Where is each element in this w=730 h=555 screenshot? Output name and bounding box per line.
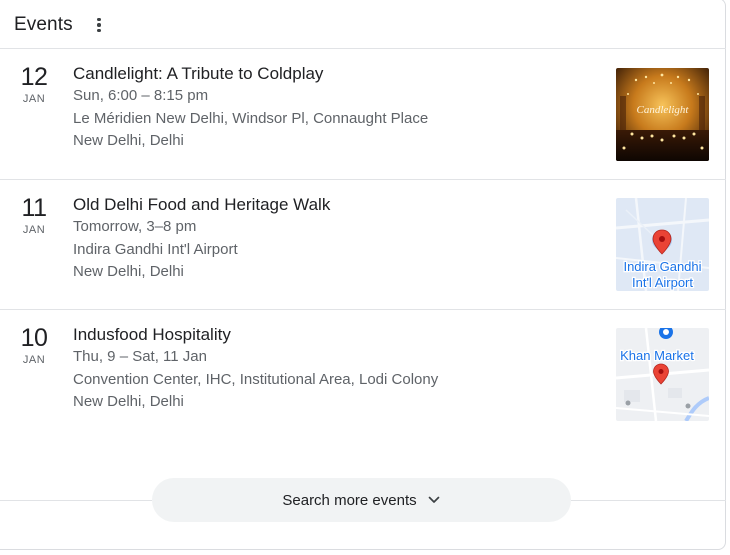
event-city: New Delhi, Delhi bbox=[73, 132, 184, 149]
event-date: 11 JAN bbox=[14, 193, 54, 237]
event-title: Indusfood Hospitality bbox=[73, 325, 231, 344]
map-label: Int'l Airport bbox=[632, 275, 693, 290]
divider bbox=[0, 309, 726, 310]
event-title: Candlelight: A Tribute to Coldplay bbox=[73, 64, 324, 83]
divider bbox=[0, 500, 152, 501]
event-thumbnail-image[interactable]: Candlelight bbox=[616, 68, 709, 161]
event-day: 10 bbox=[20, 324, 48, 352]
more-vert-icon-dot bbox=[97, 28, 101, 33]
divider bbox=[571, 500, 726, 501]
event-date: 12 JAN bbox=[14, 62, 54, 106]
search-more-events-button[interactable]: Search more events bbox=[152, 478, 571, 522]
event-time: Sun, 6:00 – 8:15 pm bbox=[73, 87, 209, 104]
divider bbox=[0, 48, 726, 49]
chevron-down-icon bbox=[428, 496, 439, 503]
map-label: Indira Gandhi bbox=[623, 259, 701, 274]
event-info: Indusfood Hospitality Thu, 9 – Sat, 11 J… bbox=[73, 324, 593, 414]
event-venue: Indira Gandhi Int'l Airport bbox=[73, 240, 238, 258]
events-header: Events bbox=[14, 12, 73, 38]
event-city: New Delhi, Delhi bbox=[73, 393, 184, 410]
map-image: Khan Market bbox=[616, 328, 709, 421]
event-city: New Delhi, Delhi bbox=[73, 263, 184, 280]
map-label: Khan Market bbox=[620, 348, 694, 363]
candlelight-photo: Candlelight bbox=[616, 68, 709, 161]
event-venue: Convention Center, IHC, Institutional Ar… bbox=[73, 370, 439, 388]
event-month: JAN bbox=[22, 224, 46, 236]
event-map-thumbnail[interactable]: Khan Market bbox=[616, 328, 709, 421]
search-more-label: Search more events bbox=[282, 491, 417, 509]
event-date: 10 JAN bbox=[14, 323, 54, 367]
event-day: 12 bbox=[20, 63, 48, 91]
divider bbox=[0, 179, 726, 180]
more-options-button[interactable] bbox=[91, 16, 107, 34]
event-info: Candlelight: A Tribute to Coldplay Sun, … bbox=[73, 63, 593, 153]
event-time: Thu, 9 – Sat, 11 Jan bbox=[73, 348, 207, 365]
more-vert-icon-dot bbox=[97, 23, 101, 27]
event-month: JAN bbox=[22, 354, 46, 366]
event-item-heritage-walk[interactable]: 11 JAN Old Delhi Food and Heritage Walk … bbox=[0, 181, 726, 309]
event-title: Old Delhi Food and Heritage Walk bbox=[73, 195, 331, 214]
event-item-candlelight[interactable]: 12 JAN Candlelight: A Tribute to Coldpla… bbox=[0, 50, 726, 178]
event-item-indusfood[interactable]: 10 JAN Indusfood Hospitality Thu, 9 – Sa… bbox=[0, 311, 726, 439]
thumb-caption: Candlelight bbox=[637, 104, 690, 116]
event-time: Tomorrow, 3–8 pm bbox=[73, 218, 197, 235]
event-map-thumbnail[interactable]: Indira Gandhi Int'l Airport bbox=[616, 198, 709, 291]
map-image: Indira Gandhi Int'l Airport bbox=[616, 198, 709, 291]
event-venue: Le Méridien New Delhi, Windsor Pl, Conna… bbox=[73, 109, 429, 127]
event-month: JAN bbox=[22, 93, 46, 105]
events-heading: Events bbox=[14, 14, 73, 35]
event-day: 11 bbox=[21, 194, 47, 222]
event-info: Old Delhi Food and Heritage Walk Tomorro… bbox=[73, 194, 593, 284]
more-vert-icon-dot bbox=[97, 17, 101, 22]
